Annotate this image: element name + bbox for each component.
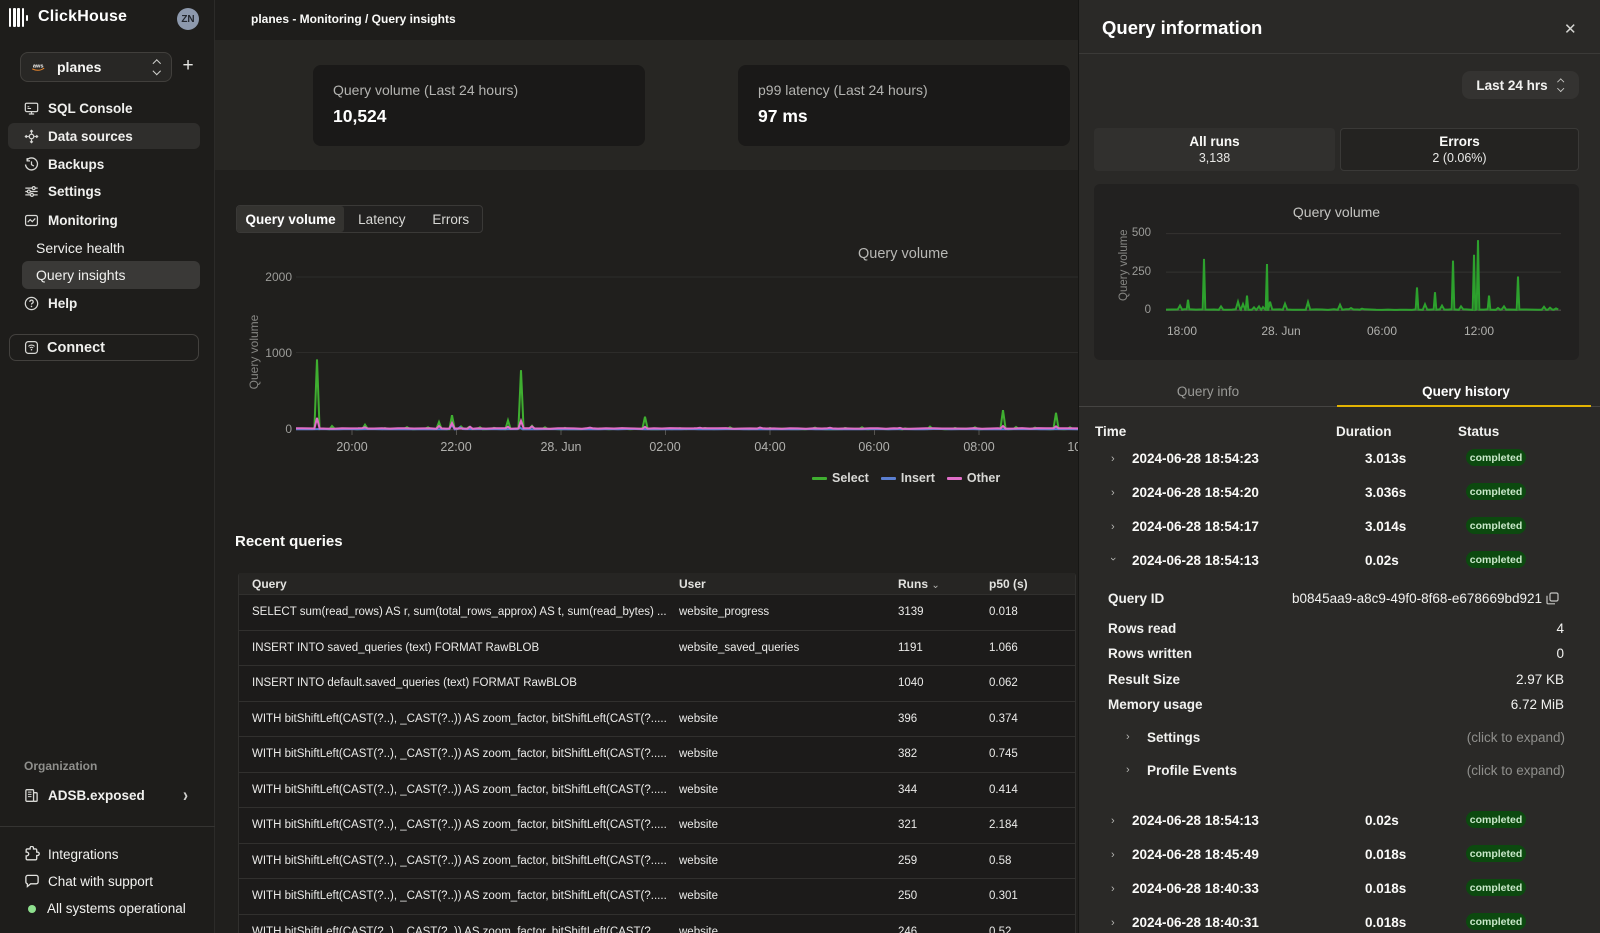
svg-text:aws: aws xyxy=(33,64,44,70)
